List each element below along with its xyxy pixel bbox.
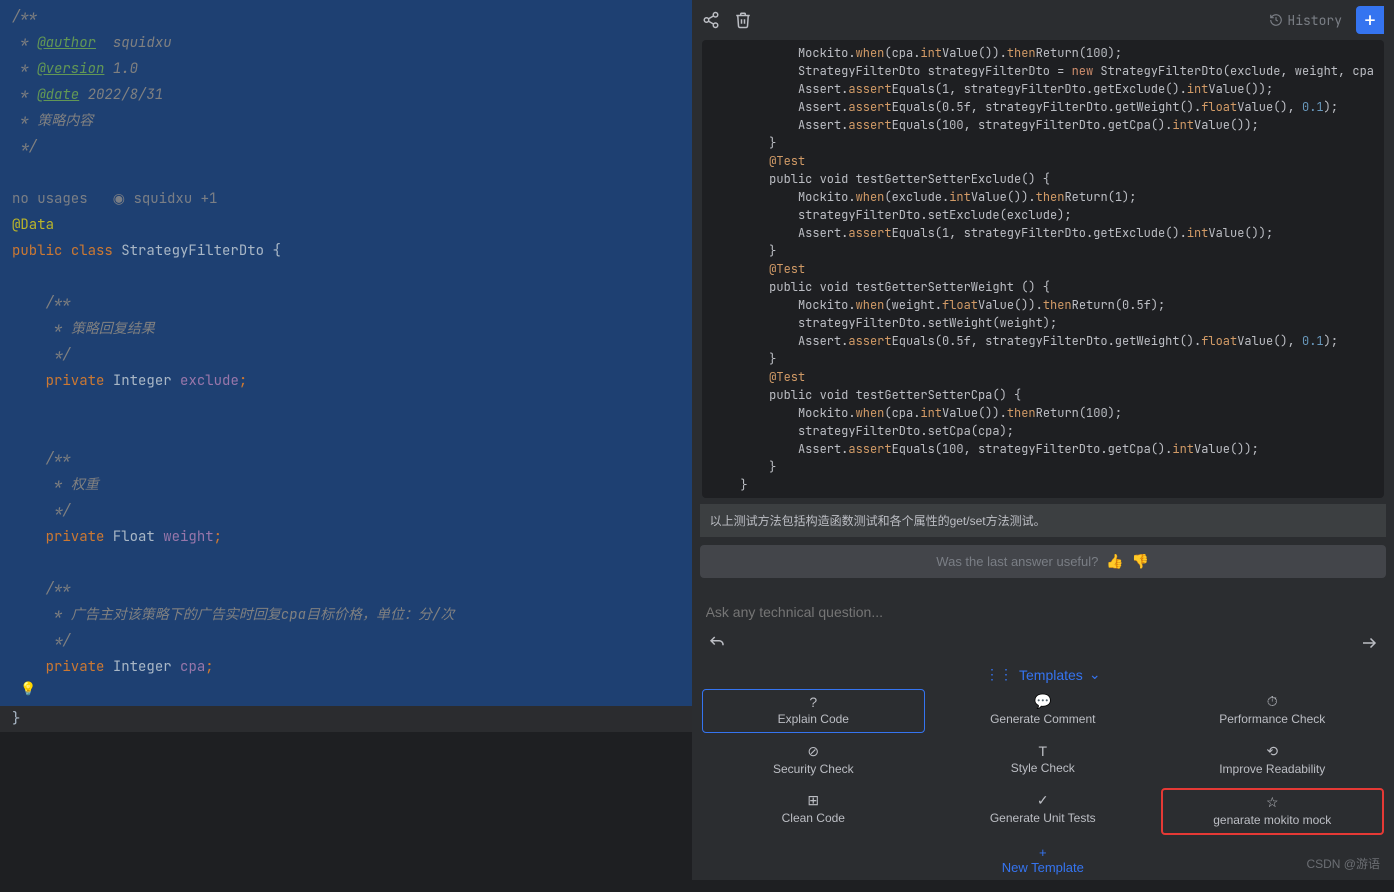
generated-code-block[interactable]: Mockito.when(cpa.intValue()).thenReturn(… — [702, 40, 1384, 498]
doc-weight: 权重 — [71, 476, 99, 494]
template-icon: ⊞ — [807, 792, 819, 809]
trash-icon[interactable] — [734, 11, 752, 29]
template-icon: ⟲ — [1266, 743, 1278, 760]
template-icon: ? — [809, 694, 817, 710]
author-tag: @author — [37, 34, 96, 52]
plus-icon: + — [1039, 845, 1047, 860]
template-label: Performance Check — [1219, 712, 1325, 726]
send-icon[interactable] — [1360, 634, 1378, 652]
template-generate-comment[interactable]: 💬 Generate Comment — [931, 689, 1154, 733]
usages-hint[interactable]: no usages — [12, 190, 88, 208]
brace-close: } — [12, 710, 20, 728]
date-tag: @date — [37, 86, 79, 104]
template-security-check[interactable]: ⊘ Security Check — [702, 739, 925, 782]
template-icon: ⏱ — [1267, 693, 1278, 710]
field-exclude: exclude — [180, 372, 239, 390]
annotation-data: @Data — [12, 216, 54, 234]
templates-icon: ⋮⋮ — [985, 666, 1013, 683]
template-icon: ⊘ — [807, 743, 819, 760]
class-name: StrategyFilterDto — [121, 242, 264, 260]
template-icon: 💬 — [1034, 693, 1051, 710]
template-label: Explain Code — [778, 712, 849, 726]
thumbs-up-icon[interactable]: 👍 — [1106, 553, 1123, 570]
template-generate-unit-tests[interactable]: ✓ Generate Unit Tests — [931, 788, 1154, 835]
doc-start: /** — [12, 8, 37, 26]
useful-label: Was the last answer useful? — [936, 554, 1098, 569]
history-button[interactable]: History — [1269, 12, 1342, 29]
doc-cpa: 广告主对该策略下的广告实时回复cpa目标价格，单位：分/次 — [71, 606, 455, 624]
doc-desc: 策略内容 — [37, 112, 93, 130]
template-style-check[interactable]: T Style Check — [931, 739, 1154, 782]
ai-toolbar: History + — [692, 0, 1394, 40]
ai-panel: History + Mockito.when(cpa.intValue()).t… — [692, 0, 1394, 880]
template-improve-readability[interactable]: ⟲ Improve Readability — [1161, 739, 1384, 782]
template-label: genarate mokito mock — [1213, 813, 1331, 827]
template-genarate-mokito-mock[interactable]: ☆ genarate mokito mock — [1161, 788, 1384, 835]
version-tag: @version — [37, 60, 104, 78]
thumbs-down-icon[interactable]: 👎 — [1132, 553, 1149, 570]
kw-class: class — [71, 242, 113, 260]
template-performance-check[interactable]: ⏱ Performance Check — [1161, 689, 1384, 733]
template-icon: T — [1038, 743, 1047, 759]
template-label: Clean Code — [782, 811, 845, 825]
template-label: Generate Unit Tests — [990, 811, 1096, 825]
field-cpa: cpa — [180, 658, 205, 676]
templates-header[interactable]: ⋮⋮ Templates ⌄ — [692, 658, 1394, 689]
date-val: 2022/8/31 — [88, 86, 164, 104]
template-icon: ✓ — [1037, 792, 1049, 809]
blame-info[interactable]: squidxu +1 — [133, 190, 217, 208]
template-label: Improve Readability — [1219, 762, 1325, 776]
templates-grid: ? Explain Code 💬 Generate Comment ⏱ Performan… — [692, 689, 1394, 841]
feedback-bar: Was the last answer useful? 👍 👎 — [700, 545, 1386, 578]
code-editor[interactable]: /** * @author squidxu * @version 1.0 * @… — [0, 0, 692, 880]
question-input-area — [700, 596, 1386, 658]
doc-exclude: 策略回复结果 — [71, 320, 155, 338]
answer-description: 以上测试方法包括构造函数测试和各个属性的get/set方法测试。 — [700, 504, 1386, 537]
new-template-button[interactable]: + New Template — [692, 841, 1394, 879]
watermark: CSDN @游语 — [1306, 855, 1380, 872]
template-label: Security Check — [773, 762, 854, 776]
template-clean-code[interactable]: ⊞ Clean Code — [702, 788, 925, 835]
share-icon[interactable] — [702, 11, 720, 29]
lightbulb-icon[interactable]: 💡 — [20, 680, 36, 697]
template-icon: ☆ — [1266, 794, 1279, 811]
question-input[interactable] — [700, 596, 1386, 628]
doc-end: */ — [12, 138, 37, 156]
version-val: 1.0 — [113, 60, 138, 78]
undo-icon[interactable] — [708, 634, 726, 652]
template-explain-code[interactable]: ? Explain Code — [702, 689, 925, 733]
chevron-down-icon: ⌄ — [1089, 666, 1101, 683]
author-val: squidxu — [113, 34, 172, 52]
template-label: Style Check — [1011, 761, 1075, 775]
template-label: Generate Comment — [990, 712, 1095, 726]
field-weight: weight — [163, 528, 213, 546]
kw-public: public — [12, 242, 62, 260]
new-chat-button[interactable]: + — [1356, 6, 1384, 34]
